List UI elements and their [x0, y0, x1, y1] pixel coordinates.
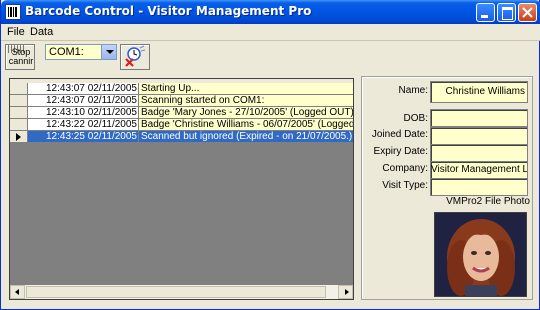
stop-label-line2: cannir: [8, 56, 34, 66]
row-indicator: [10, 131, 28, 143]
log-time-cell: 12:43:22 02/11/2005: [28, 119, 139, 131]
close-icon: [522, 7, 533, 18]
log-row[interactable]: 12:43:10 02/11/2005 Badge 'Mary Jones - …: [10, 107, 353, 119]
maximize-button[interactable]: [497, 3, 516, 22]
company-field[interactable]: Visitor Management L: [430, 161, 528, 179]
app-window: Barcode Control - Visitor Management Pro…: [0, 0, 540, 310]
clock-cancel-button[interactable]: [120, 44, 150, 70]
log-message-cell: Starting Up...: [139, 83, 353, 95]
menu-data[interactable]: Data: [30, 26, 53, 38]
chevron-down-icon[interactable]: [101, 45, 116, 59]
stop-scanning-label: Stop cannir: [6, 48, 36, 66]
visitor-photo: [434, 212, 527, 297]
row-indicator: [10, 83, 28, 95]
log-row[interactable]: 12:43:07 02/11/2005 Scanning started on …: [10, 95, 353, 107]
log-message-cell: Scanned but ignored (Expired - on 21/07/…: [139, 131, 353, 143]
joined-date-field[interactable]: [430, 127, 528, 145]
log-time-cell: 12:43:07 02/11/2005: [28, 95, 139, 107]
log-row[interactable]: 12:43:22 02/11/2005 Badge 'Christine Wil…: [10, 119, 353, 131]
company-label: Company:: [382, 163, 428, 174]
log-row-selected[interactable]: 12:43:25 02/11/2005 Scanned but ignored …: [10, 131, 353, 143]
visitor-details-panel: Name: Christine Williams DOB: Joined Dat…: [361, 76, 533, 300]
window-title: Barcode Control - Visitor Management Pro: [25, 4, 312, 18]
scroll-left-icon[interactable]: [10, 285, 25, 299]
dob-field[interactable]: [430, 109, 528, 127]
log-message-cell: Badge 'Mary Jones - 27/10/2005' (Logged …: [139, 107, 353, 119]
log-time-cell: 12:43:10 02/11/2005: [28, 107, 139, 119]
close-button[interactable]: [518, 3, 537, 22]
minimize-button[interactable]: [476, 3, 495, 22]
photo-caption: VMPro2 File Photo: [446, 196, 530, 207]
menu-bar: File Data: [1, 24, 540, 40]
name-label: Name:: [398, 85, 428, 96]
com-port-value: COM1:: [49, 46, 84, 58]
barcode-app-icon: [5, 4, 21, 20]
expiry-date-field[interactable]: [430, 144, 528, 162]
menu-file[interactable]: File: [7, 26, 25, 38]
row-indicator: [10, 107, 28, 119]
log-row[interactable]: 12:43:07 02/11/2005 Starting Up...: [10, 83, 353, 95]
log-message-cell: Scanning started on COM1:: [139, 95, 353, 107]
log-message-cell: Badge 'Christine Williams - 06/07/2005' …: [139, 119, 353, 131]
scroll-right-icon[interactable]: [338, 285, 353, 299]
log-time-cell: 12:43:07 02/11/2005: [28, 83, 139, 95]
stop-scanning-button[interactable]: Stop cannir: [5, 44, 35, 70]
row-indicator: [10, 119, 28, 131]
expiry-date-label: Expiry Date:: [373, 146, 428, 157]
horizontal-scrollbar[interactable]: [10, 285, 353, 299]
visit-type-field[interactable]: [430, 178, 528, 196]
clock-cancel-icon: [125, 45, 146, 67]
visit-type-label: Visit Type:: [382, 180, 428, 191]
dob-label: DOB:: [403, 113, 428, 124]
com-port-select[interactable]: COM1:: [45, 44, 117, 60]
joined-date-label: Joined Date:: [371, 129, 428, 140]
scan-log-panel: 12:43:07 02/11/2005 Starting Up... 12:43…: [9, 78, 354, 300]
scan-log-grid[interactable]: 12:43:07 02/11/2005 Starting Up... 12:43…: [10, 79, 353, 285]
toolbar-divider: [1, 40, 540, 41]
visitor-photo-image: [435, 213, 526, 296]
title-bar[interactable]: Barcode Control - Visitor Management Pro: [1, 0, 540, 24]
name-field[interactable]: Christine Williams: [430, 81, 528, 103]
log-time-cell: 12:43:25 02/11/2005: [28, 131, 139, 143]
row-indicator: [10, 95, 28, 107]
scrollbar-thumb[interactable]: [26, 286, 326, 298]
row-pointer-icon: [16, 133, 21, 141]
